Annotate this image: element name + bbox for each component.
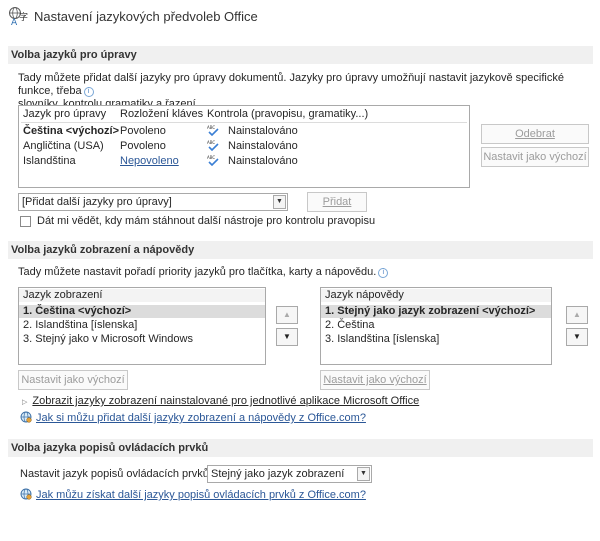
add-language-combo[interactable]: [Přidat další jazyky pro úpravy] ▼ bbox=[18, 193, 288, 211]
info-icon[interactable]: i bbox=[83, 87, 94, 97]
help-language-list[interactable]: Jazyk nápovědy 1. Stejný jako jazyk zobr… bbox=[320, 287, 552, 365]
column-header-language[interactable]: Jazyk pro úpravy bbox=[23, 108, 106, 121]
row-keyboard: Povoleno bbox=[120, 140, 166, 152]
row-proofing: Nainstalováno bbox=[228, 125, 298, 137]
screentip-label: Nastavit jazyk popisů ovládacích prvků bbox=[20, 468, 209, 480]
svg-text:ABC: ABC bbox=[207, 140, 215, 145]
globe-icon bbox=[20, 411, 32, 423]
screentip-label-row: Nastavit jazyk popisů ovládacích prvkůi bbox=[20, 468, 221, 480]
list-item[interactable]: 2. Islandština [íslenska] bbox=[19, 319, 265, 332]
keyboard-not-enabled-link[interactable]: Nepovoleno bbox=[120, 155, 179, 168]
display-move-up-button[interactable]: ▲ bbox=[276, 306, 298, 324]
add-button-label: Přidat bbox=[322, 196, 352, 208]
spelling-check-icon: ABC bbox=[207, 125, 219, 136]
set-default-display-button[interactable]: Nastavit jako výchozí bbox=[18, 370, 128, 390]
list-item[interactable]: 3. Islandština [íslenska] bbox=[321, 333, 551, 346]
screentip-office-link[interactable]: Jak můžu získat další jazyky popisů ovlá… bbox=[36, 489, 366, 501]
set-default-help-label: Nastavit jako výchozí bbox=[323, 374, 427, 386]
row-language: Čeština <výchozí> bbox=[23, 125, 119, 137]
display-help-office-link[interactable]: Jak si můžu přidat další jazyky zobrazen… bbox=[36, 412, 366, 424]
info-icon[interactable]: i bbox=[378, 268, 389, 278]
notify-proofing-checkbox[interactable] bbox=[20, 216, 31, 227]
language-settings-icon: A 字 bbox=[9, 7, 28, 26]
help-list-header: Jazyk nápovědy bbox=[321, 289, 551, 302]
column-header-proofing[interactable]: Kontrola (pravopisu, gramatiky...) bbox=[207, 108, 368, 121]
list-item[interactable]: 2. Čeština bbox=[321, 319, 551, 332]
page-header: A 字 Nastavení jazykových předvoleb Offic… bbox=[8, 4, 258, 28]
table-row[interactable]: Angličtina (USA) Povoleno ABC Nainstalov… bbox=[19, 140, 469, 153]
globe-icon bbox=[20, 488, 32, 500]
set-default-help-button[interactable]: Nastavit jako výchozí bbox=[320, 370, 430, 390]
set-default-editing-button[interactable]: Nastavit jako výchozí bbox=[481, 147, 589, 167]
svg-text:A: A bbox=[11, 18, 18, 26]
section-display-help: Volba jazyků zobrazení a nápovědy bbox=[8, 241, 593, 259]
row-language: Angličtina (USA) bbox=[23, 140, 104, 152]
notify-proofing-label: Dát mi vědět, kdy mám stáhnout další nás… bbox=[37, 215, 376, 227]
list-item[interactable]: 3. Stejný jako v Microsoft Windows bbox=[19, 333, 265, 346]
display-help-link-row: Jak si můžu přidat další jazyky zobrazen… bbox=[20, 411, 366, 424]
section-editing-languages: Volba jazyků pro úpravy bbox=[8, 46, 593, 64]
row-proofing: Nainstalováno bbox=[228, 155, 298, 167]
screentip-language-combo[interactable]: Stejný jako jazyk zobrazení ▼ bbox=[207, 465, 372, 483]
editing-languages-table[interactable]: Jazyk pro úpravy Rozložení kláves Kontro… bbox=[18, 105, 470, 188]
list-item[interactable]: 1. Čeština <výchozí> bbox=[19, 305, 265, 318]
screentip-link-row: Jak můžu získat další jazyky popisů ovlá… bbox=[20, 488, 366, 501]
table-row[interactable]: Islandština Nepovoleno ABC Nainstalováno bbox=[19, 155, 469, 168]
display-move-down-button[interactable]: ▼ bbox=[276, 328, 298, 346]
display-language-list[interactable]: Jazyk zobrazení 1. Čeština <výchozí> 2. … bbox=[18, 287, 266, 365]
display-list-header: Jazyk zobrazení bbox=[19, 289, 265, 302]
list-item[interactable]: 1. Stejný jako jazyk zobrazení <výchozí> bbox=[321, 305, 551, 318]
table-header-divider bbox=[21, 122, 467, 123]
row-language: Islandština bbox=[23, 155, 76, 167]
expand-installed-label: Zobrazit jazyky zobrazení nainstalované … bbox=[32, 395, 420, 407]
display-description: Tady můžete nastavit pořadí priority jaz… bbox=[18, 266, 593, 279]
svg-text:ABC: ABC bbox=[207, 155, 215, 160]
screentip-combo-value: Stejný jako jazyk zobrazení bbox=[211, 468, 345, 480]
set-default-display-label: Nastavit jako výchozí bbox=[21, 374, 125, 386]
dropdown-arrow-icon[interactable]: ▼ bbox=[273, 195, 286, 209]
remove-button-label: Odebrat bbox=[515, 128, 555, 140]
row-keyboard: Povoleno bbox=[120, 125, 166, 137]
add-language-combo-value: [Přidat další jazyky pro úpravy] bbox=[22, 196, 172, 208]
spelling-check-icon: ABC bbox=[207, 140, 219, 151]
display-description-text: Tady můžete nastavit pořadí priority jaz… bbox=[18, 266, 377, 278]
add-button[interactable]: Přidat bbox=[307, 192, 367, 212]
table-header-row: Jazyk pro úpravy Rozložení kláves Kontro… bbox=[19, 108, 469, 121]
spelling-check-icon: ABC bbox=[207, 155, 219, 166]
expand-installed-display-languages[interactable]: ▷ Zobrazit jazyky zobrazení nainstalované… bbox=[22, 395, 419, 407]
dropdown-arrow-icon[interactable]: ▼ bbox=[357, 467, 370, 481]
help-move-down-button[interactable]: ▼ bbox=[566, 328, 588, 346]
help-move-up-button[interactable]: ▲ bbox=[566, 306, 588, 324]
column-header-keyboard[interactable]: Rozložení kláves bbox=[120, 108, 203, 121]
editing-description-line1: Tady můžete přidat další jazyky pro úpra… bbox=[18, 72, 564, 97]
svg-text:字: 字 bbox=[19, 11, 28, 23]
set-default-editing-label: Nastavit jako výchozí bbox=[483, 151, 587, 163]
svg-text:ABC: ABC bbox=[207, 125, 215, 130]
row-proofing: Nainstalováno bbox=[228, 140, 298, 152]
section-screentip-language: Volba jazyka popisů ovládacích prvků bbox=[8, 439, 593, 457]
table-row[interactable]: Čeština <výchozí> Povoleno ABC Nainstalo… bbox=[19, 125, 469, 138]
remove-button[interactable]: Odebrat bbox=[481, 124, 589, 144]
expand-arrow-icon[interactable]: ▷ bbox=[22, 399, 27, 406]
page-title: Nastavení jazykových předvoleb Office bbox=[34, 8, 258, 24]
